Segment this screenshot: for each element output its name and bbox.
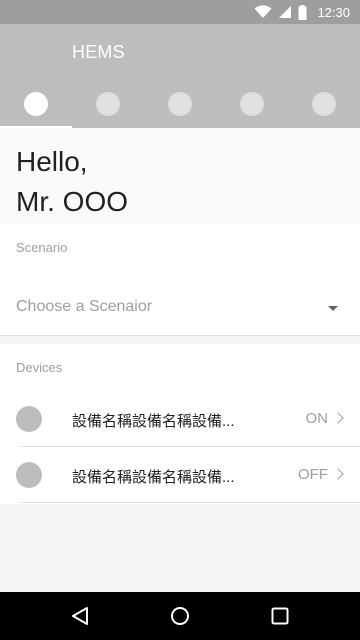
scenario-section: Scenario Choose a Scenaior (0, 224, 360, 336)
greeting-user-name: Mr. OOO (16, 186, 128, 217)
scenario-label: Scenario (16, 240, 68, 255)
tab-4[interactable] (216, 80, 288, 128)
device-avatar (16, 406, 42, 432)
chevron-right-icon (332, 412, 344, 424)
system-nav-bar (0, 592, 360, 640)
tab-dot-icon (168, 92, 192, 116)
divider (20, 502, 360, 503)
app-screen: 12:30 HEMS Hello, Mr. OOO Scenario Choos… (0, 0, 360, 640)
battery-icon (298, 4, 307, 20)
status-bar: 12:30 (0, 0, 360, 24)
recents-icon (271, 607, 289, 625)
wifi-icon (254, 5, 272, 18)
device-name: 設備名稱設備名稱設備... (72, 413, 235, 430)
device-avatar (16, 462, 42, 488)
tab-3[interactable] (144, 80, 216, 128)
device-name: 設備名稱設備名稱設備... (72, 469, 235, 486)
app-bar: HEMS (0, 24, 360, 128)
recents-button[interactable] (256, 592, 304, 640)
cellular-signal-icon (279, 6, 292, 18)
tab-dot-icon (96, 92, 120, 116)
device-state: ON (305, 410, 329, 427)
app-title: HEMS (72, 42, 125, 62)
tab-1[interactable] (0, 80, 72, 128)
status-icons: 12:30 (254, 0, 350, 24)
tab-5[interactable] (288, 80, 360, 128)
devices-section: Devices 設備名稱設備名稱設備... ON 設備名稱設備名稱設備... O… (0, 344, 360, 504)
devices-label: Devices (16, 360, 63, 375)
tab-dot-icon (240, 92, 264, 116)
greeting-section: Hello, Mr. OOO (0, 128, 360, 224)
device-row[interactable]: 設備名稱設備名稱設備... ON (0, 391, 360, 447)
tab-2[interactable] (72, 80, 144, 128)
greeting-hello: Hello, (16, 146, 88, 177)
dropdown-arrow-icon (328, 306, 338, 311)
tab-dot-icon (24, 92, 48, 116)
device-row[interactable]: 設備名稱設備名稱設備... OFF (0, 447, 360, 503)
home-button[interactable] (156, 592, 204, 640)
select-underline (0, 335, 360, 336)
scenario-select[interactable]: Choose a Scenaior (0, 280, 360, 336)
back-icon (72, 607, 88, 625)
chevron-right-icon (332, 468, 344, 480)
tab-dot-icon (312, 92, 336, 116)
scenario-select-value: Choose a Scenaior (16, 298, 153, 315)
back-button[interactable] (56, 592, 104, 640)
status-time: 12:30 (317, 4, 350, 20)
home-icon (171, 607, 189, 625)
device-state: OFF (298, 466, 328, 483)
